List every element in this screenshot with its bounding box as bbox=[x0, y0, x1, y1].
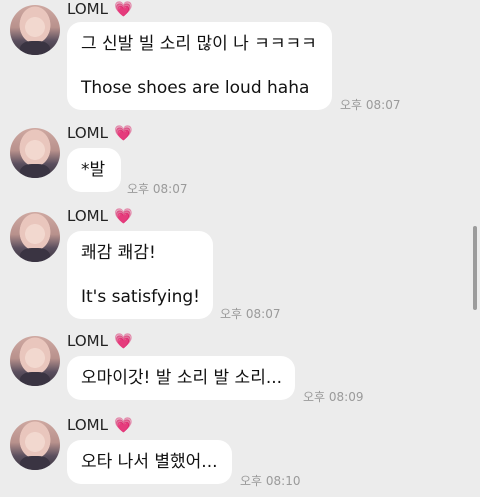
message-text: *발 bbox=[81, 160, 106, 180]
sender-name: LOML bbox=[67, 207, 108, 225]
message-bubble[interactable]: 쾌감 쾌감! It's satisfying! bbox=[67, 231, 213, 319]
heart-icon: 💗 bbox=[113, 206, 133, 225]
sender-name: LOML bbox=[67, 124, 108, 142]
message-bubble[interactable]: 그 신발 빌 소리 많이 나 ㅋㅋㅋㅋ Those shoes are loud… bbox=[67, 22, 332, 110]
message-timestamp: 오후 08:09 bbox=[303, 390, 364, 404]
sender-name: LOML bbox=[67, 0, 108, 18]
message-timestamp: 오후 08:07 bbox=[340, 98, 401, 112]
sender-name: LOML bbox=[67, 332, 108, 350]
heart-icon: 💗 bbox=[113, 331, 133, 350]
sender-row: LOML 💗 bbox=[67, 332, 133, 350]
message-timestamp: 오후 08:10 bbox=[240, 474, 301, 488]
message-timestamp: 오후 08:07 bbox=[127, 182, 188, 196]
scrollbar[interactable] bbox=[473, 226, 477, 310]
sender-name: LOML bbox=[67, 416, 108, 434]
message-text: It's satisfying! bbox=[81, 287, 200, 307]
avatar[interactable] bbox=[10, 212, 60, 262]
message-timestamp: 오후 08:07 bbox=[220, 307, 281, 321]
message-text: 쾌감 쾌감! bbox=[81, 243, 156, 263]
heart-icon: 💗 bbox=[113, 415, 133, 434]
heart-icon: 💗 bbox=[113, 123, 133, 142]
avatar[interactable] bbox=[10, 128, 60, 178]
avatar[interactable] bbox=[10, 420, 60, 470]
sender-row: LOML 💗 bbox=[67, 0, 133, 18]
sender-row: LOML 💗 bbox=[67, 207, 133, 225]
message-text: 오마이갓! 발 소리 발 소리... bbox=[81, 368, 283, 388]
message-bubble[interactable]: *발 bbox=[67, 148, 121, 192]
message-bubble[interactable]: 오마이갓! 발 소리 발 소리... bbox=[67, 356, 295, 400]
sender-row: LOML 💗 bbox=[67, 124, 133, 142]
message-text: 그 신발 빌 소리 많이 나 ㅋㅋㅋㅋ bbox=[81, 34, 317, 54]
avatar[interactable] bbox=[10, 5, 60, 55]
message-bubble[interactable]: 오타 나서 별했어... bbox=[67, 440, 232, 484]
message-text: Those shoes are loud haha bbox=[81, 78, 310, 98]
avatar[interactable] bbox=[10, 336, 60, 386]
heart-icon: 💗 bbox=[113, 0, 133, 18]
message-text: 오타 나서 별했어... bbox=[81, 452, 218, 472]
sender-row: LOML 💗 bbox=[67, 416, 133, 434]
